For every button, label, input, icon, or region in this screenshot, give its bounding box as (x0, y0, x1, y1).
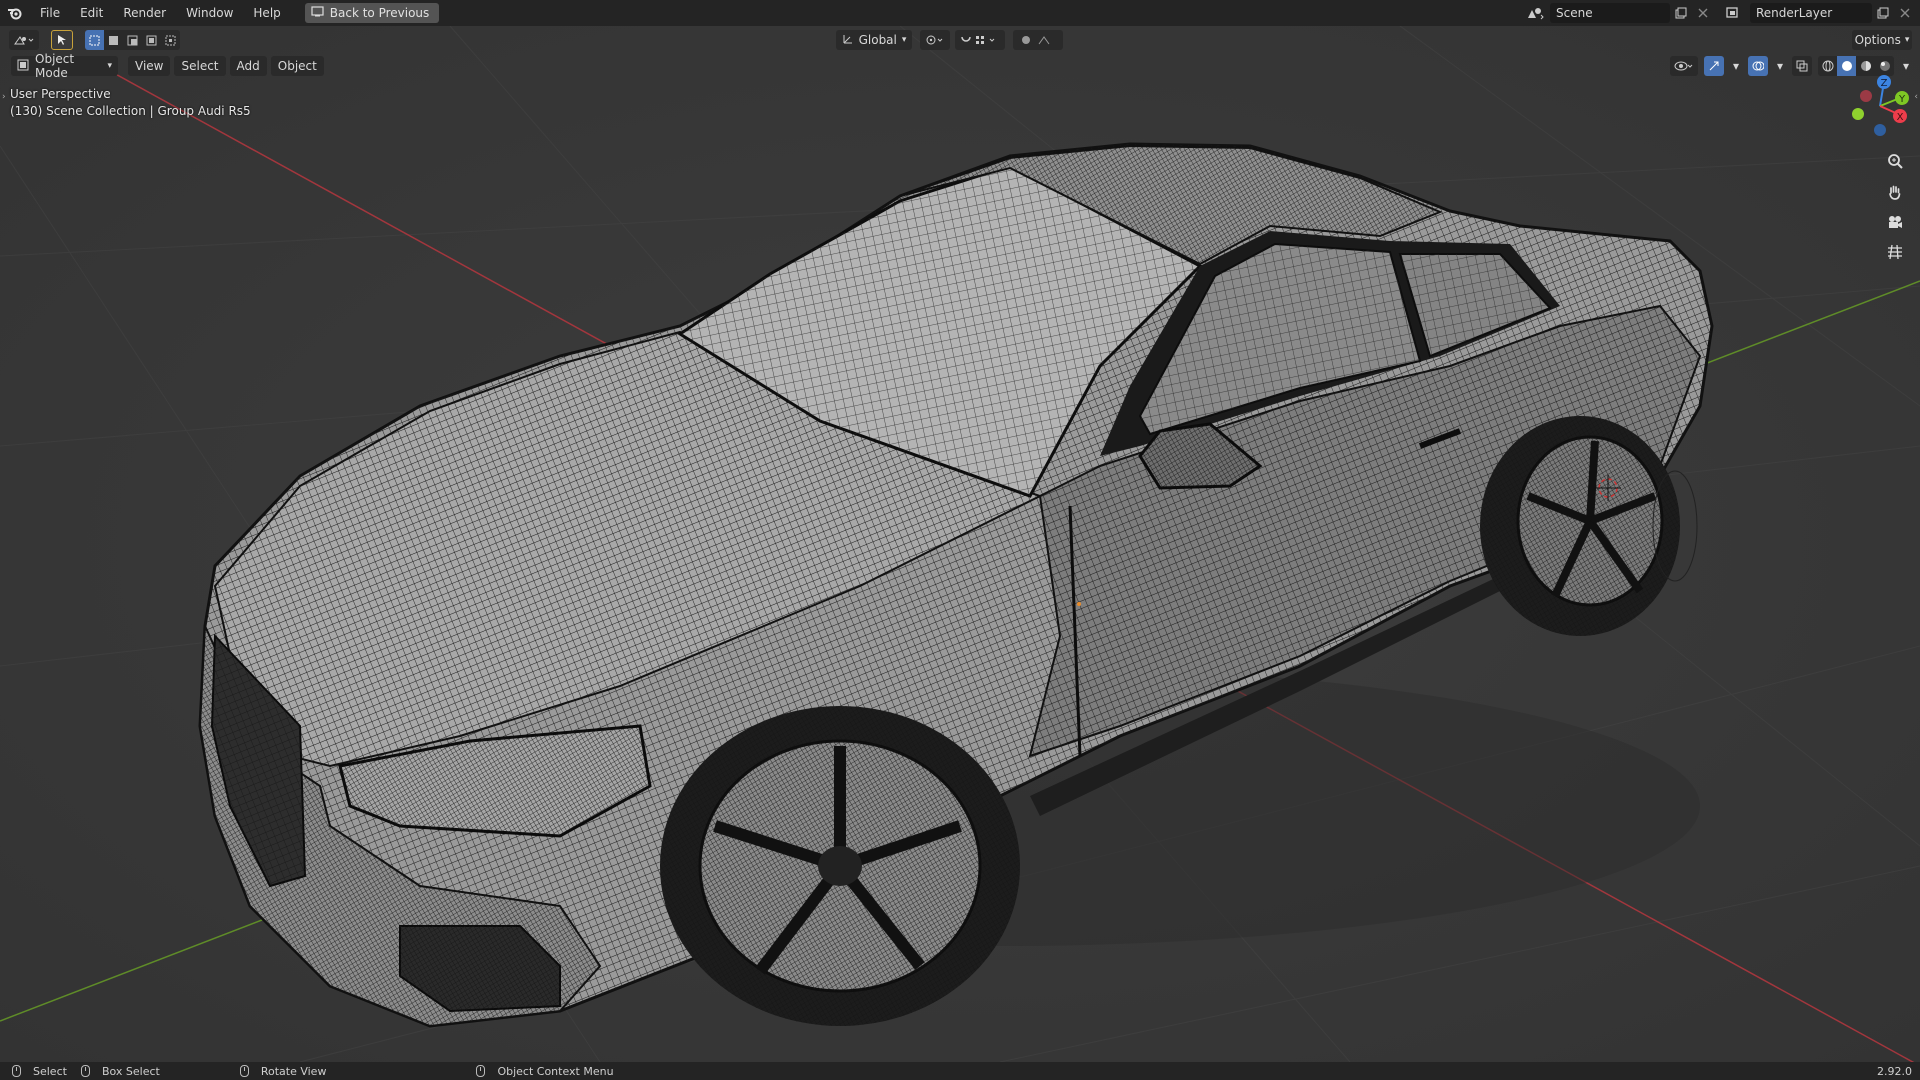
menu-select[interactable]: Select (174, 56, 226, 76)
render-layer-field[interactable]: RenderLayer (1750, 3, 1872, 23)
orientation-icon (842, 33, 854, 48)
top-menu-bar: File Edit Render Window Help Back to Pre… (0, 0, 1920, 26)
object-mode-select[interactable]: Object Mode ▾ (11, 52, 118, 80)
menu-object[interactable]: Object (270, 56, 324, 76)
select-invert-icon[interactable] (142, 30, 161, 50)
mouse-middle-icon (239, 1065, 249, 1077)
menu-file[interactable]: File (30, 0, 70, 26)
cursor-icon[interactable] (51, 30, 73, 50)
chevron-down-icon[interactable]: ▾ (1730, 56, 1742, 76)
status-rotate-view-label: Rotate View (260, 1064, 327, 1078)
collection-info-label: (130) Scene Collection | Group Audi Rs5 (10, 104, 251, 118)
snap-icon[interactable] (955, 30, 1005, 50)
overlay-icon[interactable] (1748, 56, 1768, 76)
front-wheel (660, 706, 1020, 1026)
grid-icon[interactable] (1882, 239, 1908, 265)
status-box-select-label: Box Select (101, 1064, 160, 1078)
gizmo-x-label: X (1897, 112, 1904, 123)
neg-x-handle (1860, 90, 1872, 102)
chevron-down-icon[interactable]: ▾ (1774, 56, 1786, 76)
menu-add[interactable]: Add (229, 56, 267, 76)
scene-name: Scene (1556, 6, 1593, 20)
expand-toolbar-icon[interactable]: › (2, 92, 6, 102)
collapse-sidebar-icon[interactable]: ‹ (1914, 92, 1918, 102)
hand-icon[interactable] (1882, 179, 1908, 205)
transform-orientation-select[interactable]: Global ▾ (836, 30, 912, 50)
chevron-down-icon: ▾ (1904, 35, 1910, 45)
screen-icon (311, 6, 324, 20)
menu-help[interactable]: Help (243, 0, 290, 26)
view-perspective-label: User Perspective (10, 87, 111, 101)
new-render-layer-icon[interactable] (1872, 3, 1894, 23)
neg-y-handle (1852, 108, 1864, 120)
blender-logo-icon[interactable] (0, 0, 30, 26)
gizmo-icon[interactable] (1704, 56, 1724, 76)
neg-z-handle (1874, 124, 1886, 136)
scene-browse-icon[interactable] (1520, 3, 1550, 23)
camera-icon[interactable] (1882, 209, 1908, 235)
menu-view[interactable]: View (128, 56, 171, 76)
chevron-down-icon: ▾ (901, 35, 907, 45)
3d-viewport[interactable]: Global ▾ Options ▾ Object Mode ▾ View Se… (0, 26, 1920, 1062)
visibility-icon[interactable] (1670, 56, 1698, 76)
viewport-tool-header: Global ▾ Options ▾ (0, 26, 1920, 54)
xray-icon[interactable] (1792, 56, 1812, 76)
status-context-menu: Object Context Menu (476, 1064, 614, 1078)
delete-scene-icon[interactable] (1692, 3, 1714, 23)
mouse-right-icon (476, 1065, 486, 1077)
wireframe-shading-icon[interactable] (1818, 56, 1837, 76)
editor-type-icon[interactable] (9, 30, 39, 50)
status-select: Select (12, 1065, 67, 1078)
back-to-previous-label: Back to Previous (329, 6, 430, 20)
menu-render[interactable]: Render (113, 0, 176, 26)
mouse-drag-icon (80, 1065, 90, 1077)
status-bar: Select Box Select Rotate View Object Con… (0, 1062, 1920, 1080)
viewport-menu-header: Object Mode ▾ View Select Add Object ▾ ▾… (0, 52, 1920, 80)
select-new-icon[interactable] (85, 30, 104, 50)
orientation-label: Global (858, 33, 897, 47)
select-subtract-icon[interactable] (123, 30, 142, 50)
status-context-menu-label: Object Context Menu (497, 1064, 614, 1078)
scene-name-field[interactable]: Scene (1550, 3, 1670, 23)
navigation-gizmo[interactable]: Z Y X (1842, 68, 1912, 138)
mouse-left-icon (12, 1065, 21, 1077)
options-label: Options (1854, 33, 1901, 47)
status-box-select: Box Select (80, 1064, 160, 1078)
render-layer-browse-icon[interactable] (1720, 3, 1750, 23)
object-mode-label: Object Mode (35, 52, 75, 80)
scene-canvas[interactable] (0, 26, 1920, 1062)
new-scene-icon[interactable] (1670, 3, 1692, 23)
selection-mode-group (85, 30, 180, 50)
status-rotate-view: Rotate View (239, 1064, 327, 1078)
chevron-down-icon: ▾ (107, 61, 112, 71)
gizmo-z-label: Z (1881, 78, 1888, 89)
menu-edit[interactable]: Edit (70, 0, 113, 26)
gizmo-y-label: Y (1898, 94, 1906, 105)
select-intersect-icon[interactable] (161, 30, 180, 50)
delete-render-layer-icon[interactable] (1894, 3, 1916, 23)
proportional-icon[interactable] (1013, 30, 1063, 50)
options-dropdown[interactable]: Options ▾ (1852, 30, 1912, 50)
render-layer-name: RenderLayer (1756, 6, 1833, 20)
status-select-label: Select (33, 1064, 67, 1078)
pivot-icon[interactable] (920, 30, 950, 50)
select-extend-icon[interactable] (104, 30, 123, 50)
zoom-icon[interactable] (1882, 148, 1908, 174)
object-mode-icon (17, 59, 29, 74)
menu-window[interactable]: Window (176, 0, 243, 26)
version-label: 2.92.0 (1877, 1064, 1912, 1078)
back-to-previous-button[interactable]: Back to Previous (304, 3, 440, 23)
